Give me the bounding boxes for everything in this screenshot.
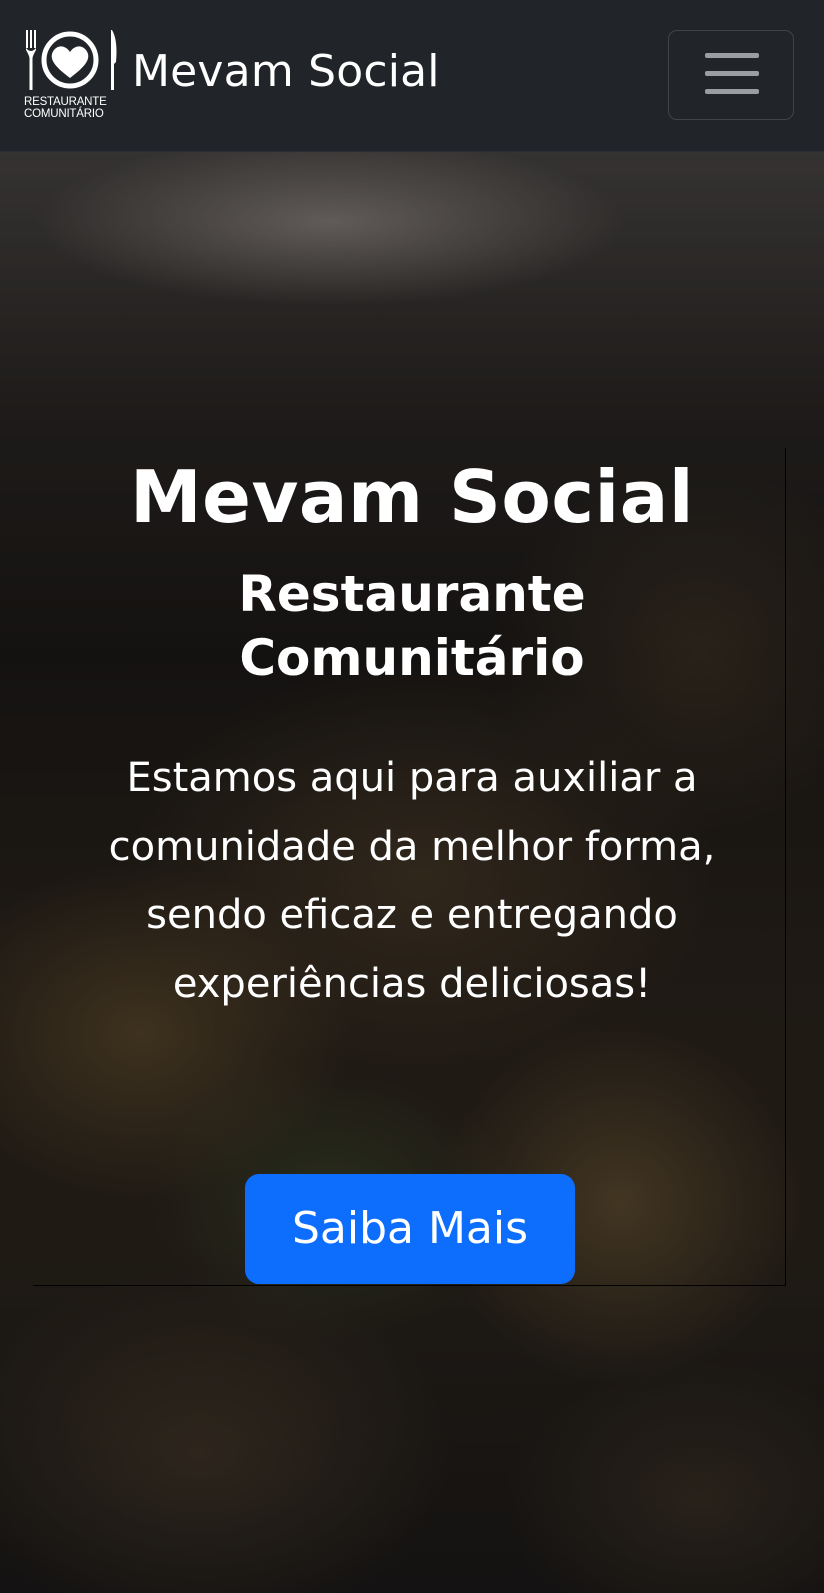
logo-text-line2: COMUNITÁRIO — [24, 108, 104, 120]
hero-description: Estamos aqui para auxiliar a comunidade … — [108, 755, 716, 1007]
restaurant-logo: RESTAURANTE COMUNITÁRIO — [24, 28, 120, 122]
navbar-toggler-button[interactable] — [668, 30, 794, 120]
fork-heart-knife-icon — [26, 30, 117, 90]
hero-title: Mevam Social — [129, 455, 695, 539]
logo-text-line1: RESTAURANTE — [24, 96, 107, 108]
hero-subtitle-line2: Comunitário — [239, 629, 585, 687]
hero-subtitle: Restaurante Comunitário — [0, 562, 824, 690]
brand-name[interactable]: Mevam Social — [132, 46, 440, 97]
navbar: RESTAURANTE COMUNITÁRIO Mevam Social — [0, 0, 824, 152]
brand-link[interactable]: RESTAURANTE COMUNITÁRIO Mevam Social — [24, 28, 440, 122]
hero-subtitle-line1: Restaurante — [238, 565, 586, 623]
saiba-mais-button[interactable]: Saiba Mais — [245, 1174, 575, 1284]
hero-section: Mevam Social Restaurante Comunitário Est… — [0, 152, 824, 1593]
